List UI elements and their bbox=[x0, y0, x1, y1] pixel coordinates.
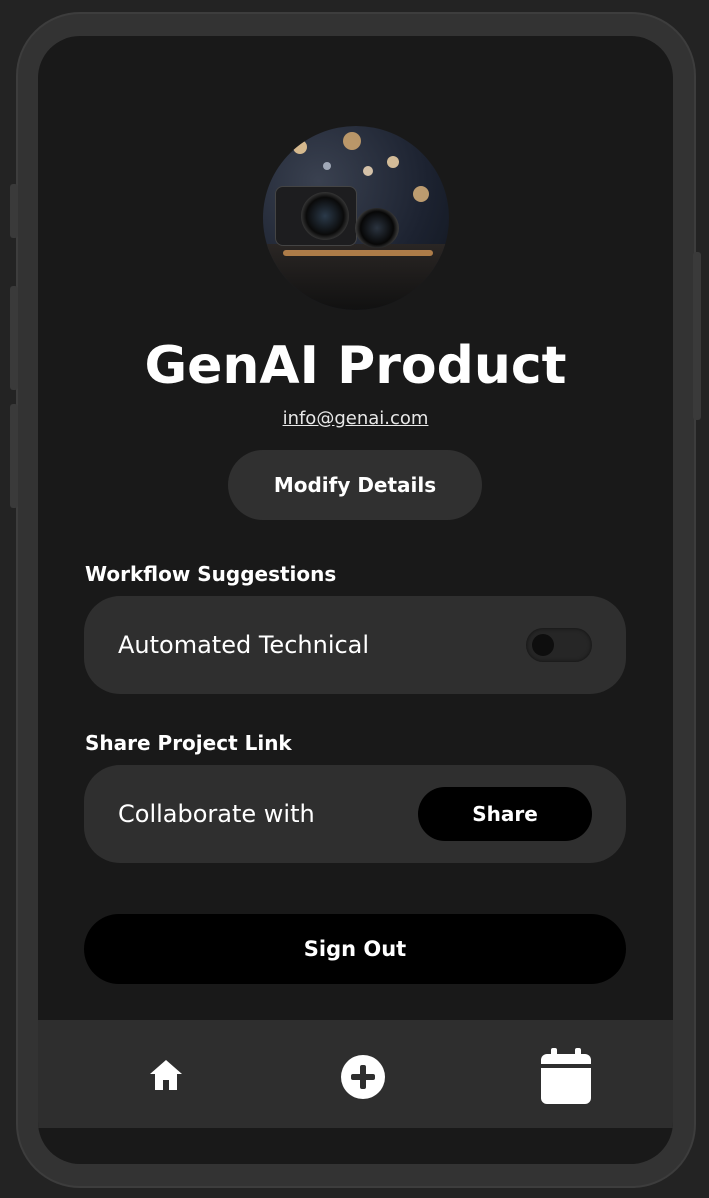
bokeh-light bbox=[293, 140, 307, 154]
volume-up-button bbox=[10, 286, 18, 390]
power-button bbox=[693, 252, 701, 420]
volume-down-button bbox=[10, 404, 18, 508]
screen: GenAI Product info@genai.com Modify Deta… bbox=[38, 36, 673, 1164]
plus-circle-icon[interactable] bbox=[340, 1054, 386, 1104]
table-glow bbox=[283, 250, 433, 256]
bokeh-light bbox=[323, 162, 331, 170]
sign-out-button[interactable]: Sign Out bbox=[84, 914, 626, 984]
workflow-toggle[interactable] bbox=[526, 628, 592, 662]
share-section-label: Share Project Link bbox=[85, 731, 292, 755]
workflow-section-label: Workflow Suggestions bbox=[85, 562, 337, 586]
camera-lens bbox=[301, 192, 349, 240]
toggle-knob bbox=[532, 634, 554, 656]
bokeh-light bbox=[413, 186, 429, 202]
workflow-item-label: Automated Technical bbox=[118, 631, 370, 659]
modify-details-button[interactable]: Modify Details bbox=[228, 450, 482, 520]
side-button bbox=[10, 184, 18, 238]
share-card: Collaborate with Share bbox=[84, 765, 626, 863]
share-button[interactable]: Share bbox=[418, 787, 592, 841]
bokeh-light bbox=[363, 166, 373, 176]
page-title: GenAI Product bbox=[144, 336, 567, 396]
calendar-icon[interactable] bbox=[541, 1048, 591, 1108]
home-icon[interactable] bbox=[148, 1058, 184, 1096]
share-item-label: Collaborate with bbox=[118, 800, 315, 828]
email-link[interactable]: info@genai.com bbox=[38, 408, 673, 429]
bokeh-light bbox=[387, 156, 399, 168]
workflow-card: Automated Technical bbox=[84, 596, 626, 694]
bokeh-light bbox=[343, 132, 361, 150]
bottom-nav bbox=[38, 1020, 673, 1128]
lens bbox=[355, 208, 399, 248]
avatar bbox=[263, 126, 449, 310]
